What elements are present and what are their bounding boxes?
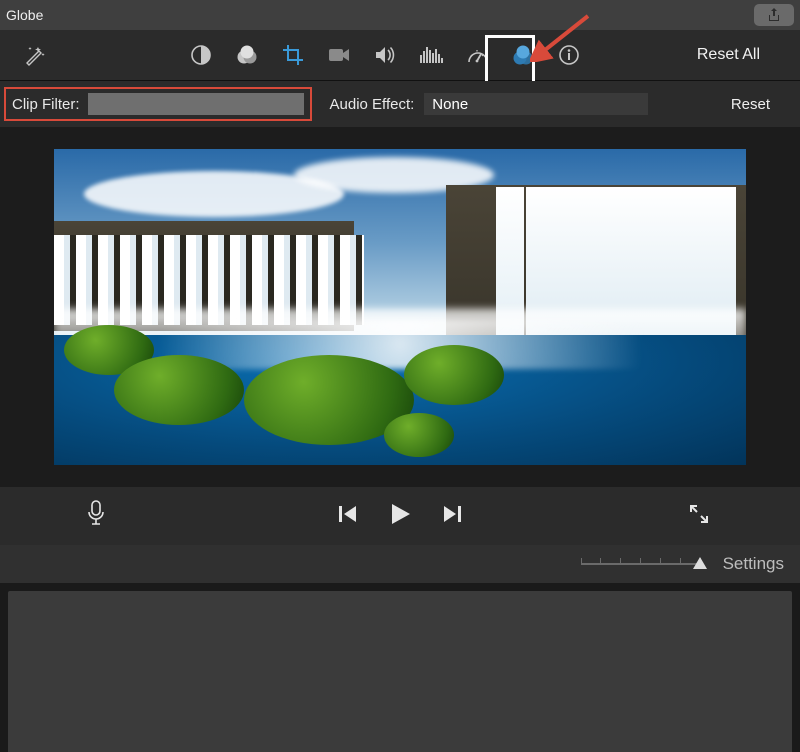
next-button[interactable]: [441, 503, 463, 530]
timeline[interactable]: [8, 591, 792, 752]
color-balance-icon[interactable]: [188, 42, 214, 68]
volume-icon[interactable]: [372, 42, 398, 68]
annotation-highlight-box: [485, 35, 535, 85]
project-title: Globe: [6, 7, 43, 23]
fullscreen-button[interactable]: [688, 503, 710, 530]
info-icon[interactable]: [556, 42, 582, 68]
adjustments-toolbar: Reset All: [0, 30, 800, 81]
audio-effect-label: Audio Effect:: [330, 96, 415, 113]
noise-reduction-icon[interactable]: [418, 42, 444, 68]
clip-filter-dropdown[interactable]: [88, 93, 304, 115]
stabilization-icon[interactable]: [326, 42, 352, 68]
audio-effect-dropdown[interactable]: None: [424, 93, 648, 115]
timeline-zoom-row: Settings: [0, 545, 800, 583]
settings-button[interactable]: Settings: [723, 554, 784, 574]
voiceover-button[interactable]: [86, 500, 106, 533]
clip-filter-label: Clip Filter:: [12, 96, 80, 113]
preview-area: [0, 127, 800, 487]
share-button[interactable]: [754, 4, 794, 26]
reset-all-button[interactable]: Reset All: [697, 46, 760, 64]
crop-icon[interactable]: [280, 42, 306, 68]
transport-bar: [0, 487, 800, 545]
prev-button[interactable]: [337, 503, 359, 530]
effect-params-row: Clip Filter: Audio Effect: None Reset: [0, 81, 800, 127]
titlebar: Globe: [0, 0, 800, 30]
play-button[interactable]: [387, 501, 413, 532]
reset-button[interactable]: Reset: [731, 96, 770, 113]
preview-canvas[interactable]: [54, 149, 746, 465]
magic-wand-icon[interactable]: [22, 42, 48, 68]
zoom-slider[interactable]: [581, 563, 701, 565]
zoom-thumb-icon[interactable]: [693, 557, 707, 569]
annotation-clipfilter-outline: Clip Filter:: [4, 87, 312, 121]
share-icon: [766, 7, 782, 23]
color-correction-icon[interactable]: [234, 42, 260, 68]
